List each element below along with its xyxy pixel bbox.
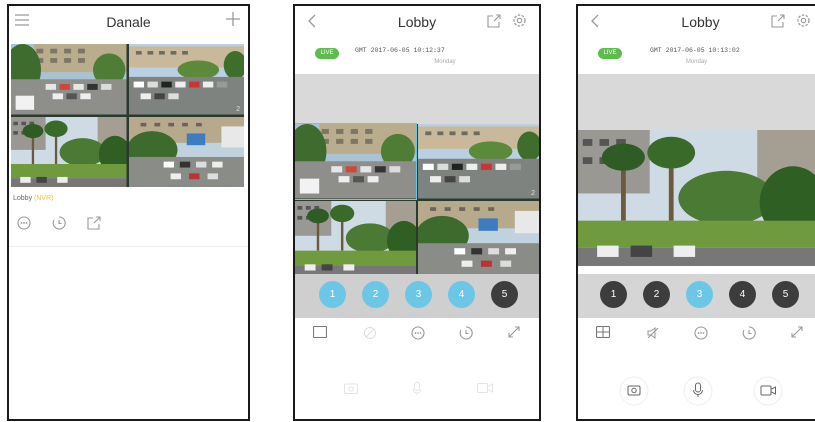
camera-video[interactable]: [578, 130, 815, 266]
view-header: Lobby: [295, 6, 539, 40]
timestamp: GMT 2017-06-05 10:13:02: [650, 47, 740, 54]
control-toolbar: [578, 326, 815, 346]
share-icon[interactable]: [487, 14, 501, 28]
divider: [9, 246, 248, 247]
channel-number: 2: [236, 105, 240, 113]
channel-selector: 1 2 3 4 5: [578, 274, 815, 318]
mute-icon[interactable]: [646, 326, 660, 340]
camera-tile: [11, 117, 127, 188]
history-icon[interactable]: [52, 216, 66, 230]
layout-single-icon[interactable]: [313, 326, 327, 338]
record-icon[interactable]: [477, 382, 493, 394]
channel-button-1[interactable]: 1: [600, 281, 627, 308]
camera-tile[interactable]: [295, 123, 417, 200]
messages-icon[interactable]: [17, 216, 31, 230]
action-bar: [295, 382, 539, 398]
messages-icon[interactable]: [411, 326, 425, 340]
channel-button-5[interactable]: 5: [491, 281, 518, 308]
channel-button-4[interactable]: 4: [448, 281, 475, 308]
history-icon[interactable]: [459, 326, 473, 340]
device-thumbnail[interactable]: 2: [11, 44, 244, 187]
channel-number: 2: [531, 189, 535, 197]
snapshot-icon[interactable]: [344, 382, 358, 394]
video-grid[interactable]: 2: [295, 123, 539, 276]
channel-button-2[interactable]: 2: [362, 281, 389, 308]
live-view-screen-single: Lobby LIVE GMT 2017-06-05 10:13:02 Monda…: [576, 4, 815, 421]
fullscreen-icon[interactable]: [791, 326, 803, 338]
app-header: Danale: [9, 6, 248, 40]
video-background: [578, 74, 815, 130]
live-badge: LIVE: [598, 48, 622, 59]
microphone-icon[interactable]: [412, 382, 422, 396]
layout-grid-icon[interactable]: [596, 326, 610, 338]
snapshot-button[interactable]: [619, 376, 649, 406]
settings-icon[interactable]: [796, 13, 811, 28]
share-icon[interactable]: [771, 14, 785, 28]
add-icon[interactable]: [226, 12, 240, 26]
camera-tile: [11, 44, 127, 115]
device-name: Lobby: [13, 195, 33, 202]
view-header: Lobby: [578, 6, 815, 40]
record-button[interactable]: [753, 376, 783, 406]
fullscreen-icon[interactable]: [508, 326, 520, 338]
device-type: (NVR): [34, 195, 54, 202]
history-icon[interactable]: [742, 326, 756, 340]
mute-icon[interactable]: [363, 326, 377, 340]
live-status-bar: LIVE GMT 2017-06-05 10:13:02 Monday: [578, 40, 815, 74]
weekday: Monday: [685, 59, 708, 65]
channel-button-4[interactable]: 4: [729, 281, 756, 308]
device-list-screen: Danale 2 Lobby (NVR): [7, 4, 250, 421]
channel-selector: 1 2 3 4 5: [295, 274, 539, 318]
live-view-screen-multi: Lobby LIVE GMT 2017-06-05 10:12:37 Monda…: [293, 4, 541, 421]
weekday: Monday: [434, 59, 456, 65]
camera-tile: [129, 117, 245, 188]
channel-button-3[interactable]: 3: [686, 281, 713, 308]
camera-tile[interactable]: [418, 201, 539, 276]
camera-title: Lobby: [397, 14, 437, 30]
timestamp: GMT 2017-06-05 10:12:37: [355, 47, 445, 54]
messages-icon[interactable]: [694, 326, 708, 340]
action-bar: [578, 376, 815, 406]
channel-button-1[interactable]: 1: [319, 281, 346, 308]
live-status-bar: LIVE GMT 2017-06-05 10:12:37 Monday: [295, 40, 539, 74]
channel-button-2[interactable]: 2: [643, 281, 670, 308]
settings-icon[interactable]: [512, 13, 527, 28]
device-label: Lobby (NVR): [13, 195, 53, 202]
app-title: Danale: [106, 14, 151, 30]
share-icon[interactable]: [87, 216, 101, 230]
live-badge: LIVE: [315, 48, 339, 59]
microphone-button[interactable]: [683, 376, 713, 406]
channel-button-5[interactable]: 5: [772, 281, 799, 308]
channel-button-3[interactable]: 3: [405, 281, 432, 308]
camera-tile: 2: [129, 44, 245, 115]
control-toolbar: [295, 326, 539, 346]
video-background: [295, 74, 539, 124]
camera-tile[interactable]: 2: [418, 124, 539, 199]
camera-tile[interactable]: [295, 201, 416, 276]
